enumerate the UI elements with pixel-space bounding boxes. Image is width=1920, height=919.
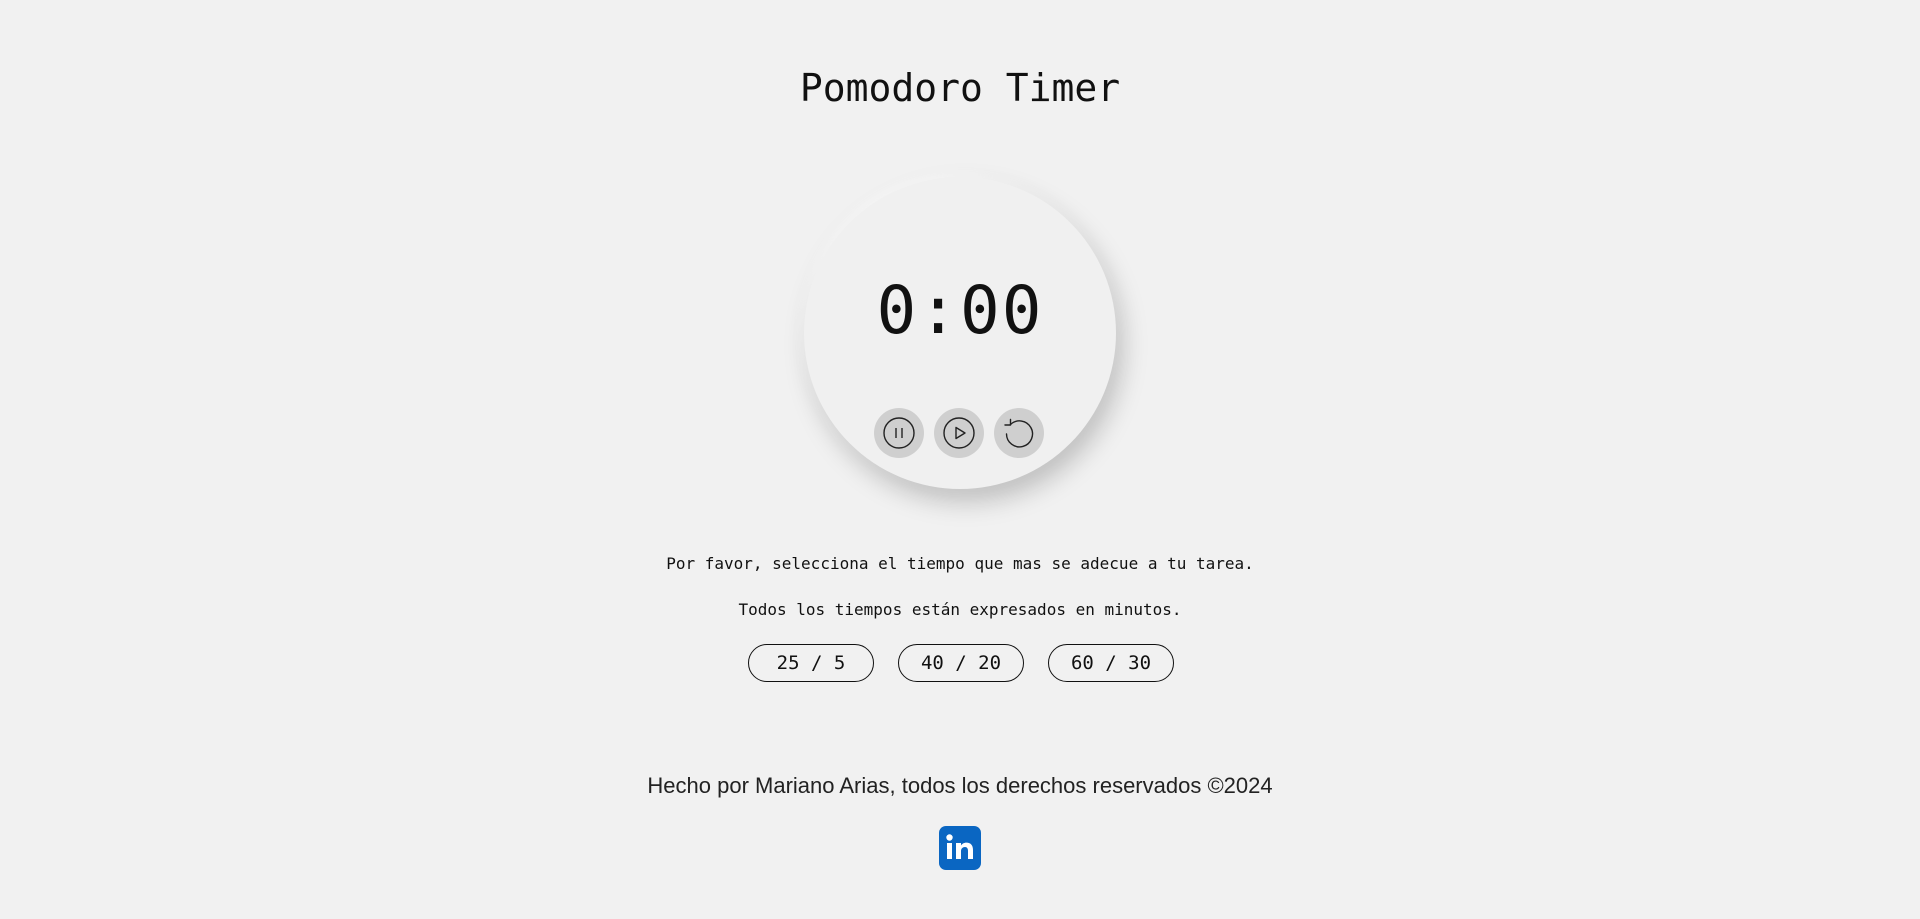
- preset-25-5-button[interactable]: 25 / 5: [748, 644, 874, 682]
- timer-controls: [874, 408, 1046, 458]
- units-note: Todos los tiempos están expresados en mi…: [738, 600, 1182, 619]
- page-title: Pomodoro Timer: [799, 66, 1121, 110]
- play-icon: [943, 417, 975, 449]
- play-button[interactable]: [934, 408, 984, 458]
- preset-40-20-button[interactable]: 40 / 20: [898, 644, 1024, 682]
- footer-credit: Hecho por Mariano Arias, todos los derec…: [647, 773, 1273, 798]
- reset-button[interactable]: [994, 408, 1044, 458]
- instruction-text: Por favor, selecciona el tiempo que mas …: [666, 554, 1254, 573]
- linkedin-icon[interactable]: [939, 826, 981, 870]
- pause-icon: [883, 417, 915, 449]
- preset-buttons: 25 / 5 40 / 20 60 / 30: [748, 644, 1174, 682]
- pause-button[interactable]: [874, 408, 924, 458]
- preset-60-30-button[interactable]: 60 / 30: [1048, 644, 1174, 682]
- timer-display: 0:00: [876, 272, 1044, 349]
- timer-clock: 0:00: [804, 177, 1116, 489]
- reset-icon: [1004, 418, 1034, 448]
- linkedin-logo: [946, 834, 973, 859]
